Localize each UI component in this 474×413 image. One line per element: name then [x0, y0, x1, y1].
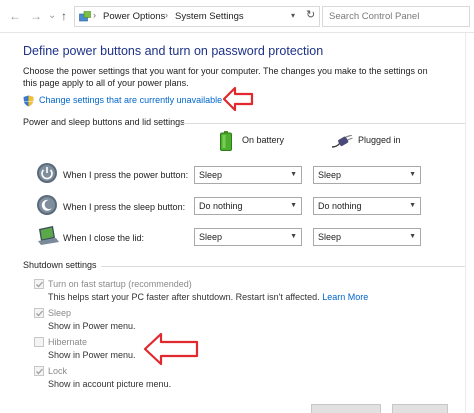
- power-section-label: Power and sleep buttons and lid settings: [23, 117, 185, 127]
- control-panel-icon: [79, 11, 91, 22]
- section-divider: [101, 266, 465, 267]
- breadcrumb-power-options[interactable]: Power Options: [103, 11, 165, 22]
- power-button-battery-select[interactable]: Sleep ▼: [194, 166, 302, 184]
- forward-arrow-icon[interactable]: →: [30, 9, 42, 23]
- checkmark-icon: [36, 310, 43, 317]
- lock-checkbox[interactable]: [34, 366, 44, 376]
- close-lid-label: When I close the lid:: [63, 233, 145, 243]
- column-on-battery: On battery: [242, 135, 285, 145]
- hibernate-label: Hibernate: [48, 337, 88, 347]
- fast-startup-label: Turn on fast startup (recommended): [48, 279, 192, 289]
- chevron-down-icon: ▼: [290, 233, 297, 240]
- chevron-down-icon: ▼: [409, 233, 416, 240]
- recent-locations-icon[interactable]: ⌄: [48, 9, 56, 23]
- lock-label: Lock: [48, 366, 68, 376]
- close-lid-plugged-select[interactable]: Sleep ▼: [313, 228, 421, 246]
- power-button-icon: [37, 163, 57, 183]
- address-bar: ← → ⌄ ↑ › Power Options › System Setting…: [0, 0, 474, 33]
- lock-description: Show in account picture menu.: [48, 379, 172, 389]
- breadcrumb-separator: ›: [93, 10, 96, 20]
- path-dropdown-icon[interactable]: ▾: [291, 11, 295, 20]
- power-button-label: When I press the power button:: [63, 170, 189, 180]
- annotation-arrow-icon: [143, 332, 199, 366]
- scrollbar-track[interactable]: [465, 33, 466, 413]
- back-arrow-icon[interactable]: ←: [9, 9, 21, 23]
- annotation-arrow-icon: [222, 86, 254, 112]
- sleep-label: Sleep: [48, 308, 72, 318]
- laptop-lid-icon: [38, 226, 59, 245]
- up-arrow-icon[interactable]: ↑: [61, 9, 67, 23]
- sleep-button-battery-select[interactable]: Do nothing ▼: [194, 197, 302, 215]
- chevron-down-icon: ▼: [409, 202, 416, 209]
- fast-startup-description: This helps start your PC faster after sh…: [48, 292, 369, 302]
- learn-more-link[interactable]: Learn More: [322, 292, 368, 302]
- power-button-plugged-select[interactable]: Sleep ▼: [313, 166, 421, 184]
- sleep-description: Show in Power menu.: [48, 321, 136, 331]
- chevron-down-icon: ▼: [290, 202, 297, 209]
- cancel-button[interactable]: [392, 404, 448, 413]
- sleep-button-icon: [37, 195, 57, 215]
- chevron-down-icon: ▼: [409, 171, 416, 178]
- sleep-button-label: When I press the sleep button:: [63, 202, 186, 212]
- save-changes-button[interactable]: [311, 404, 381, 413]
- sleep-checkbox[interactable]: [34, 308, 44, 318]
- column-plugged-in: Plugged in: [358, 135, 401, 145]
- path-field[interactable]: › Power Options › System Settings ▾: [74, 6, 320, 27]
- search-input[interactable]: Search Control Panel: [322, 6, 470, 27]
- hibernate-checkbox[interactable]: [34, 337, 44, 347]
- sleep-button-plugged-select[interactable]: Do nothing ▼: [313, 197, 421, 215]
- breadcrumb-system-settings[interactable]: System Settings: [175, 11, 244, 22]
- page-title: Define power buttons and turn on passwor…: [23, 44, 324, 58]
- plug-icon: [331, 135, 353, 148]
- close-lid-battery-select[interactable]: Sleep ▼: [194, 228, 302, 246]
- chevron-down-icon: ▼: [290, 171, 297, 178]
- hibernate-description: Show in Power menu.: [48, 350, 136, 360]
- checkmark-icon: [36, 368, 43, 375]
- change-settings-link[interactable]: Change settings that are currently unava…: [39, 95, 222, 105]
- refresh-icon[interactable]: ↻: [306, 8, 315, 21]
- checkmark-icon: [36, 281, 43, 288]
- battery-icon: [220, 131, 232, 151]
- section-divider: [182, 123, 465, 124]
- shutdown-section-label: Shutdown settings: [23, 260, 97, 270]
- uac-shield-icon: [23, 95, 34, 107]
- breadcrumb-separator: ›: [165, 10, 168, 20]
- fast-startup-checkbox[interactable]: [34, 279, 44, 289]
